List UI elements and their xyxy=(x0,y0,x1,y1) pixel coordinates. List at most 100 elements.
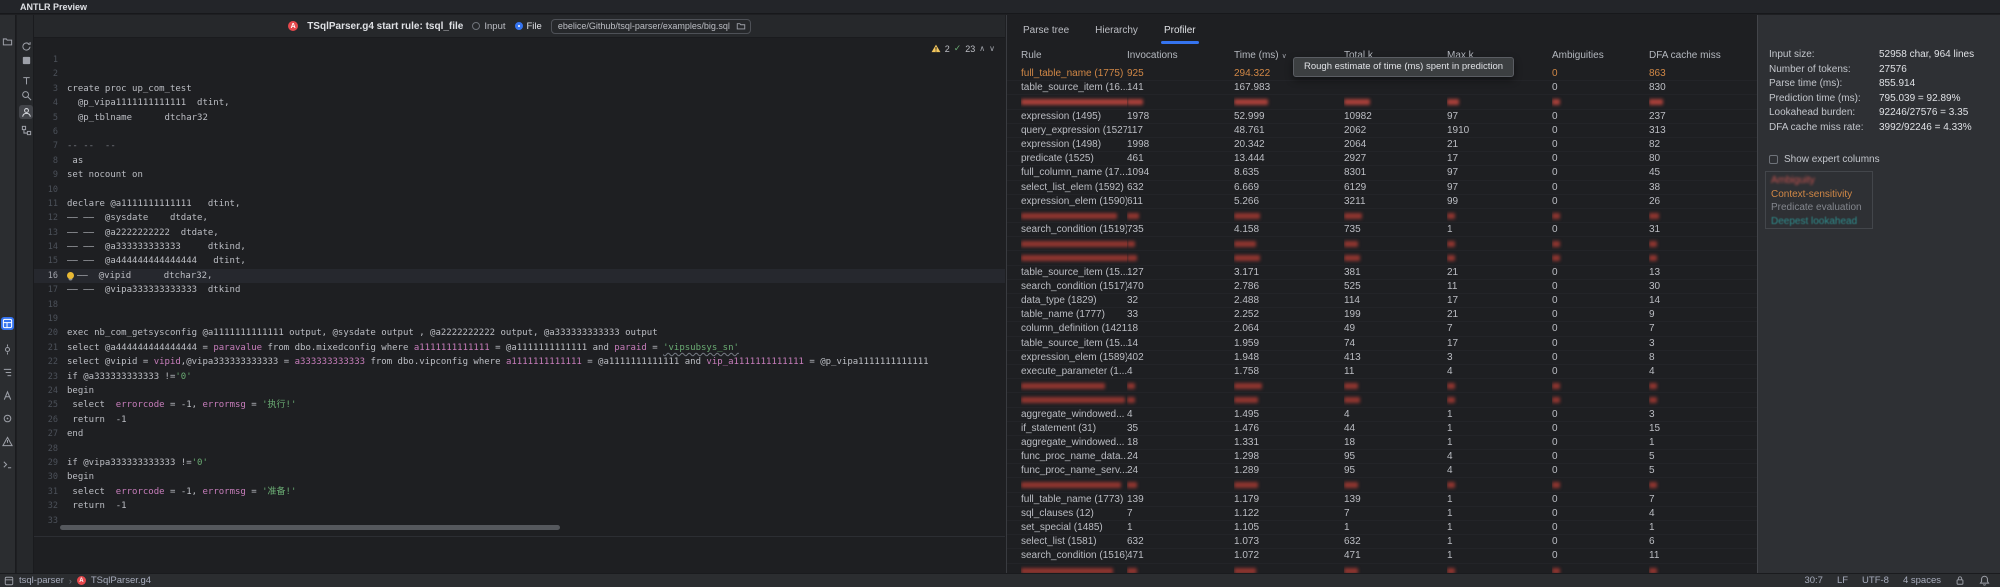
code-line-18[interactable]: 18 xyxy=(34,298,1005,312)
code-line-22[interactable]: 22select @vipid = vipid,@vipa33333333333… xyxy=(34,355,1005,369)
project-widget-icon[interactable] xyxy=(4,576,14,586)
profiler-row[interactable]: select_list (1581)6321.073632106 xyxy=(1007,535,1757,549)
profiler-row[interactable]: full_table_name (1773)1391.179139107 xyxy=(1007,493,1757,507)
code-line-16[interactable]: 16—— @vipid dtchar32, xyxy=(34,269,1005,283)
file-radio-icon[interactable] xyxy=(515,22,523,30)
search-icon[interactable] xyxy=(19,88,33,102)
profiler-row[interactable]: table_name (1777)332.2521992109 xyxy=(1007,308,1757,322)
profiler-mode-icon[interactable] xyxy=(19,105,33,119)
profiler-row[interactable]: func_proc_name_serv...241.28995405 xyxy=(1007,464,1757,478)
refresh-icon[interactable] xyxy=(19,39,33,53)
project-icon[interactable] xyxy=(1,35,14,48)
code-line-13[interactable]: 13—— —— @a2222222222 dtdate, xyxy=(34,226,1005,240)
code-line-17[interactable]: 17—— —— @vipa333333333333 dtkind xyxy=(34,283,1005,297)
code-line-19[interactable]: 19 xyxy=(34,312,1005,326)
profiler-row[interactable]: select_list_elem (1592)6326.669612997038 xyxy=(1007,181,1757,195)
antlr-tool-icon[interactable] xyxy=(1,389,14,402)
folder-icon[interactable] xyxy=(736,21,746,31)
commit-icon[interactable] xyxy=(1,343,14,356)
code-line-20[interactable]: 20exec nb_com_getsysconfig @a11111111111… xyxy=(34,326,1005,340)
profiler-row-redacted[interactable] xyxy=(1007,393,1757,407)
code-line-23[interactable]: 23if @a333333333333 !='0' xyxy=(34,370,1005,384)
code-line-26[interactable]: 26 return -1 xyxy=(34,413,1005,427)
profiler-row[interactable]: full_column_name (17...10948.63583019704… xyxy=(1007,166,1757,180)
inspection-widget[interactable]: 2 ✓ 23 ∧ ∨ xyxy=(931,43,995,54)
code-line-9[interactable]: 9set nocount on xyxy=(34,168,1005,182)
column-invocations[interactable]: Invocations xyxy=(1127,47,1234,66)
antlr-preview-icon[interactable] xyxy=(1,317,14,330)
profiler-row-redacted[interactable] xyxy=(1007,251,1757,265)
profiler-row[interactable]: query_expression (1527)11748.76120621910… xyxy=(1007,124,1757,138)
profiler-row[interactable]: search_condition (1516)4711.0724711011 xyxy=(1007,549,1757,563)
profiler-row[interactable]: table_source_item (15...141.959741703 xyxy=(1007,337,1757,351)
code-line-10[interactable]: 10 xyxy=(34,183,1005,197)
tab-profiler[interactable]: Profiler xyxy=(1164,25,1196,36)
profiler-row[interactable]: execute_parameter (1...41.75811404 xyxy=(1007,365,1757,379)
profiler-row[interactable]: search_condition (1517)4702.78652511030 xyxy=(1007,280,1757,294)
profiler-row[interactable]: table_source_item (16...141167.9830830 xyxy=(1007,81,1757,95)
code-line-15[interactable]: 15—— —— @a444444444444444 dtint, xyxy=(34,254,1005,268)
tab-hierarchy[interactable]: Hierarchy xyxy=(1095,25,1138,36)
show-expert-columns-checkbox[interactable]: Show expert columns xyxy=(1769,154,1880,165)
column-ambiguities[interactable]: Ambiguities xyxy=(1552,47,1649,66)
next-problem-icon[interactable]: ∨ xyxy=(989,44,995,53)
code-line-4[interactable]: 4 @p_vipa1111111111111 dtint, xyxy=(34,96,1005,110)
profiler-row[interactable]: if_statement (31)351.476441015 xyxy=(1007,422,1757,436)
stop-icon[interactable] xyxy=(19,53,33,67)
problems-icon[interactable] xyxy=(1,435,14,448)
code-line-12[interactable]: 12—— —— @sysdate dtdate, xyxy=(34,211,1005,225)
profiler-row[interactable]: predicate (1525)46113.444292717080 xyxy=(1007,152,1757,166)
status-file-name[interactable]: TSqlParser.g4 xyxy=(91,575,151,586)
intention-bulb-icon[interactable] xyxy=(67,272,74,279)
code-line-1[interactable]: 1 xyxy=(34,53,1005,67)
status-project-name[interactable]: tsql-parser xyxy=(19,575,64,586)
code-line-29[interactable]: 29if @vipa333333333333 !='0' xyxy=(34,456,1005,470)
profiler-row[interactable]: column_definition (1421)182.06449707 xyxy=(1007,322,1757,336)
code-line-27[interactable]: 27end xyxy=(34,427,1005,441)
checkbox-icon[interactable] xyxy=(1769,155,1778,164)
code-line-2[interactable]: 2 xyxy=(34,67,1005,81)
code-line-5[interactable]: 5 @p_tblname dtchar32 xyxy=(34,111,1005,125)
profiler-row-redacted[interactable] xyxy=(1007,564,1757,573)
text-tool-icon[interactable] xyxy=(19,73,33,87)
input-radio[interactable]: Input xyxy=(472,21,505,32)
lock-icon[interactable] xyxy=(1955,575,1965,586)
profiler-row-redacted[interactable] xyxy=(1007,478,1757,492)
code-line-30[interactable]: 30begin xyxy=(34,470,1005,484)
code-line-14[interactable]: 14—— —— @a333333333333 dtkind, xyxy=(34,240,1005,254)
column-dfa-cache-miss[interactable]: DFA cache miss xyxy=(1649,47,1757,66)
profiler-row[interactable]: expression (1498)199820.342206421082 xyxy=(1007,138,1757,152)
profiler-row-redacted[interactable] xyxy=(1007,209,1757,223)
profiler-row[interactable]: expression_elem (1590)6115.266321199026 xyxy=(1007,195,1757,209)
services-icon[interactable] xyxy=(1,412,14,425)
code-line-28[interactable]: 28 xyxy=(34,442,1005,456)
file-encoding[interactable]: UTF-8 xyxy=(1862,575,1889,586)
profiler-row[interactable]: search_condition (1519)7354.1587351031 xyxy=(1007,223,1757,237)
horizontal-scrollbar[interactable] xyxy=(60,525,560,530)
profiler-row[interactable]: data_type (1829)322.48811417014 xyxy=(1007,294,1757,308)
profiler-row-redacted[interactable] xyxy=(1007,379,1757,393)
code-line-6[interactable]: 6 xyxy=(34,125,1005,139)
terminal-icon[interactable] xyxy=(1,458,14,471)
structure-icon[interactable] xyxy=(1,366,14,379)
caret-position[interactable]: 30:7 xyxy=(1804,575,1823,586)
code-line-32[interactable]: 32 return -1 xyxy=(34,499,1005,513)
code-line-8[interactable]: 8 as xyxy=(34,154,1005,168)
profiler-row[interactable]: expression_elem (1589)4021.948413308 xyxy=(1007,351,1757,365)
code-line-3[interactable]: 3create proc up_com_test xyxy=(34,82,1005,96)
prev-problem-icon[interactable]: ∧ xyxy=(979,44,985,53)
notifications-bell-icon[interactable] xyxy=(1979,575,1990,586)
profiler-row[interactable]: table_source_item (15...1273.17138121013 xyxy=(1007,266,1757,280)
code-line-24[interactable]: 24begin xyxy=(34,384,1005,398)
column-rule[interactable]: Rule xyxy=(1021,47,1127,66)
code-line-11[interactable]: 11declare @a1111111111111 dtint, xyxy=(34,197,1005,211)
line-separator[interactable]: LF xyxy=(1837,575,1848,586)
file-radio[interactable]: File xyxy=(515,21,542,32)
hierarchy-icon[interactable] xyxy=(19,123,33,137)
code-line-31[interactable]: 31 select errorcode = -1, errormsg = '准备… xyxy=(34,485,1005,499)
indent-setting[interactable]: 4 spaces xyxy=(1903,575,1941,586)
code-line-7[interactable]: 7-- -- -- xyxy=(34,139,1005,153)
profiler-row[interactable]: set_special (1485)11.1051101 xyxy=(1007,521,1757,535)
code-line-25[interactable]: 25 select errorcode = -1, errormsg = '执行… xyxy=(34,398,1005,412)
test-file-path-field[interactable]: ebelice/Github/tsql-parser/examples/big.… xyxy=(551,19,751,34)
